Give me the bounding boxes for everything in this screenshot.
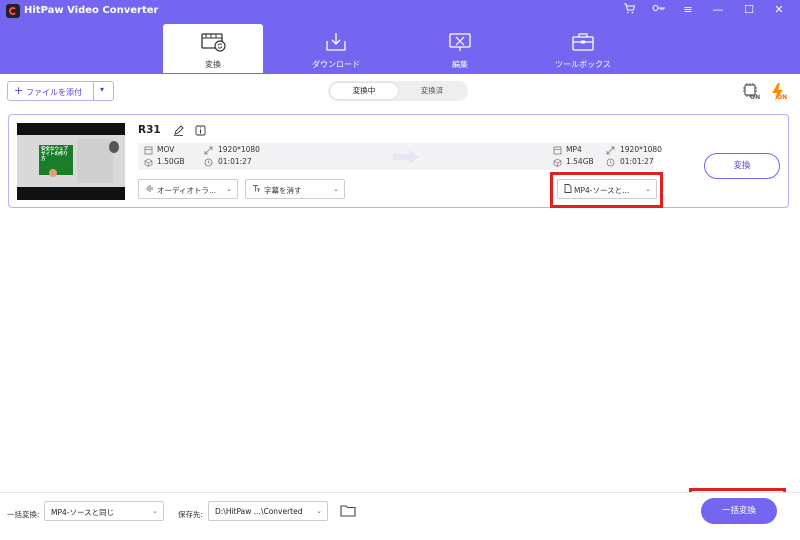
size-cube-icon [144, 158, 153, 167]
subtitle-value: 字幕を消す [264, 186, 302, 195]
batch-convert-label: 一括変換: [7, 510, 40, 519]
conversion-status-toggle: 変換中 変換済 [328, 81, 468, 101]
edit-scissors-icon [449, 33, 471, 51]
tab-convert[interactable]: 変換 [163, 24, 263, 73]
chevron-down-icon: ⌄ [316, 507, 322, 515]
audio-wave-icon [145, 185, 153, 192]
source-format: MOV [157, 145, 175, 154]
chevron-down-icon: ⌄ [333, 185, 339, 193]
minimize-icon[interactable]: — [705, 2, 731, 18]
chevron-down-icon[interactable]: ▾ [100, 85, 104, 94]
tab-download-label: ダウンロード [312, 60, 360, 69]
audio-track-value: オーディオトラ... [157, 186, 217, 195]
tab-converting[interactable]: 変換中 [330, 83, 398, 99]
pencil-icon[interactable] [173, 125, 184, 139]
output-format: MP4 [566, 145, 582, 154]
video-thumbnail[interactable]: 安全なウェブサイトの作り方 [17, 123, 125, 200]
toolbox-icon [572, 33, 594, 51]
app-title: HitPaw Video Converter [24, 5, 159, 16]
tab-toolbox[interactable]: ツールボックス [533, 24, 633, 73]
turbo-badge: ON [777, 94, 788, 101]
source-resolution: 1920*1080 [218, 145, 260, 154]
maximize-icon[interactable]: ☐ [736, 2, 762, 18]
tab-edit[interactable]: 編集 [410, 24, 510, 73]
thumb-side-panel [77, 139, 113, 183]
batch-format-value: MP4-ソースと同じ [51, 508, 115, 517]
output-clock-icon [606, 158, 615, 167]
arrow-right-icon [393, 150, 419, 164]
file-metadata: MOV 1920*1080 1.50GB 01:01:27 MP4 1920*1… [138, 143, 662, 170]
tab-edit-label: 編集 [452, 60, 468, 69]
tab-convert-label: 変換 [205, 60, 221, 69]
thumb-person [109, 141, 119, 153]
source-size: 1.50GB [157, 157, 185, 166]
info-icon[interactable] [195, 125, 206, 139]
file-name: R31 [138, 124, 161, 136]
save-location-label: 保存先: [178, 510, 204, 519]
title-bar: HitPaw Video Converter ≡ — ☐ ✕ 変換 ダウンロード… [0, 0, 800, 74]
thumb-face [49, 169, 57, 177]
batch-format-select[interactable]: MP4-ソースと同じ ⌄ [44, 501, 164, 521]
add-file-label: ファイルを添付 [26, 88, 82, 97]
tab-download[interactable]: ダウンロード [286, 24, 386, 73]
output-resolution-icon [606, 146, 615, 155]
thumb-slide-text: 安全なウェブサイトの作り方 [41, 147, 68, 162]
save-location-select[interactable]: D:\HitPaw ...\Converted ⌄ [208, 501, 328, 521]
audio-track-select[interactable]: オーディオトラ... ⌄ [138, 179, 238, 199]
bottom-bar: 一括変換: MP4-ソースと同じ ⌄ 保存先: D:\HitPaw ...\Co… [0, 492, 800, 540]
output-size-icon [553, 158, 562, 167]
resolution-icon [204, 146, 213, 155]
add-file-button[interactable]: + ファイルを添付 ▾ [7, 81, 114, 101]
key-icon[interactable] [646, 2, 672, 18]
chevron-down-icon: ⌄ [152, 507, 158, 515]
highlight-output-format [550, 172, 663, 208]
output-resolution: 1920*1080 [620, 145, 662, 154]
app-logo-icon [6, 4, 20, 18]
hardware-accel-badge: ON [750, 94, 761, 101]
hardware-accel-icon[interactable]: ON [741, 82, 763, 102]
output-duration: 01:01:27 [620, 157, 654, 166]
turbo-lightning-icon[interactable]: ON [768, 82, 790, 102]
file-item-card: 安全なウェブサイトの作り方 R31 MOV 1920*1080 1.50GB 0… [8, 114, 789, 208]
convert-film-icon [201, 33, 226, 52]
add-file-divider [93, 82, 94, 100]
chevron-down-icon: ⌄ [226, 185, 232, 193]
cart-icon[interactable] [616, 2, 642, 18]
convert-button[interactable]: 変換 [704, 153, 780, 179]
close-icon[interactable]: ✕ [766, 2, 792, 18]
clock-icon [204, 158, 213, 167]
source-duration: 01:01:27 [218, 157, 252, 166]
folder-icon[interactable] [340, 504, 356, 520]
download-icon [326, 33, 346, 51]
batch-convert-button[interactable]: 一括変換 [701, 498, 777, 524]
save-location-value: D:\HitPaw ...\Converted [215, 507, 303, 516]
subtitle-select[interactable]: 字幕を消す ⌄ [245, 179, 345, 199]
output-size: 1.54GB [566, 157, 594, 166]
text-icon [253, 185, 260, 192]
menu-icon[interactable]: ≡ [675, 2, 701, 18]
tab-converted[interactable]: 変換済 [398, 83, 466, 99]
tab-toolbox-label: ツールボックス [555, 60, 611, 69]
format-icon [144, 146, 153, 155]
plus-icon: + [14, 84, 24, 97]
output-format-icon [553, 146, 562, 155]
